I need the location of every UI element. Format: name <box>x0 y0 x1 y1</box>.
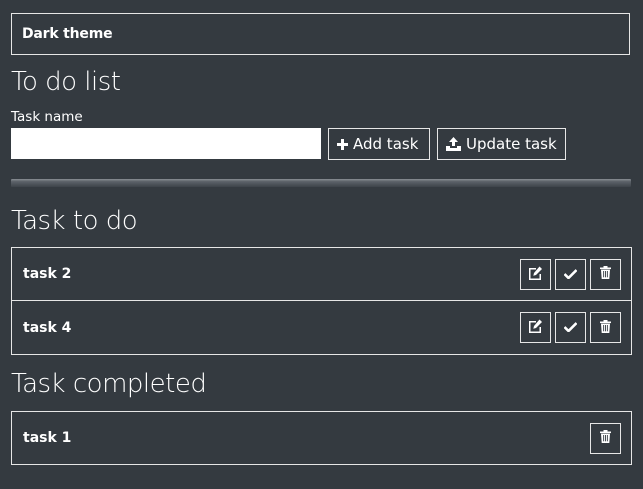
delete-button[interactable] <box>590 258 621 290</box>
edit-button[interactable] <box>520 258 551 290</box>
list-item: task 4 <box>11 301 632 355</box>
completed-section-title: Task completed <box>11 369 207 399</box>
task-name: task 4 <box>23 319 72 336</box>
task-name-label: Task name <box>11 109 83 125</box>
theme-label: Dark theme <box>22 26 113 42</box>
edit-button[interactable] <box>520 312 551 343</box>
upload-icon <box>446 137 461 151</box>
edit-icon <box>528 266 543 283</box>
list-item: task 1 <box>11 411 632 465</box>
update-task-button[interactable]: Update task <box>437 128 566 160</box>
trash-icon <box>600 319 611 336</box>
edit-icon <box>528 319 543 336</box>
add-task-label: Add task <box>353 135 419 153</box>
page-title: To do list <box>11 67 121 97</box>
task-name-input[interactable] <box>11 128 321 159</box>
update-task-label: Update task <box>466 135 557 153</box>
delete-button[interactable] <box>590 422 621 454</box>
complete-button[interactable] <box>555 312 586 343</box>
trash-icon <box>600 430 611 446</box>
task-actions <box>590 422 621 454</box>
theme-toggle[interactable]: Dark theme <box>11 13 630 55</box>
task-name: task 2 <box>23 266 72 282</box>
todo-section-title: Task to do <box>11 206 138 236</box>
task-actions <box>520 312 621 343</box>
section-divider <box>11 179 631 187</box>
complete-button[interactable] <box>555 258 586 290</box>
list-item: task 2 <box>11 247 632 301</box>
plus-icon <box>337 138 348 150</box>
check-icon <box>563 267 578 282</box>
trash-icon <box>600 266 611 282</box>
todo-list: task 2 task 4 <box>11 247 632 355</box>
task-name: task 1 <box>23 430 72 446</box>
delete-button[interactable] <box>590 312 621 343</box>
todo-app: Dark theme To do list Task name Add task… <box>0 0 643 489</box>
check-icon <box>563 320 578 335</box>
add-task-button[interactable]: Add task <box>328 128 430 160</box>
task-actions <box>520 258 621 290</box>
completed-list: task 1 <box>11 411 632 465</box>
